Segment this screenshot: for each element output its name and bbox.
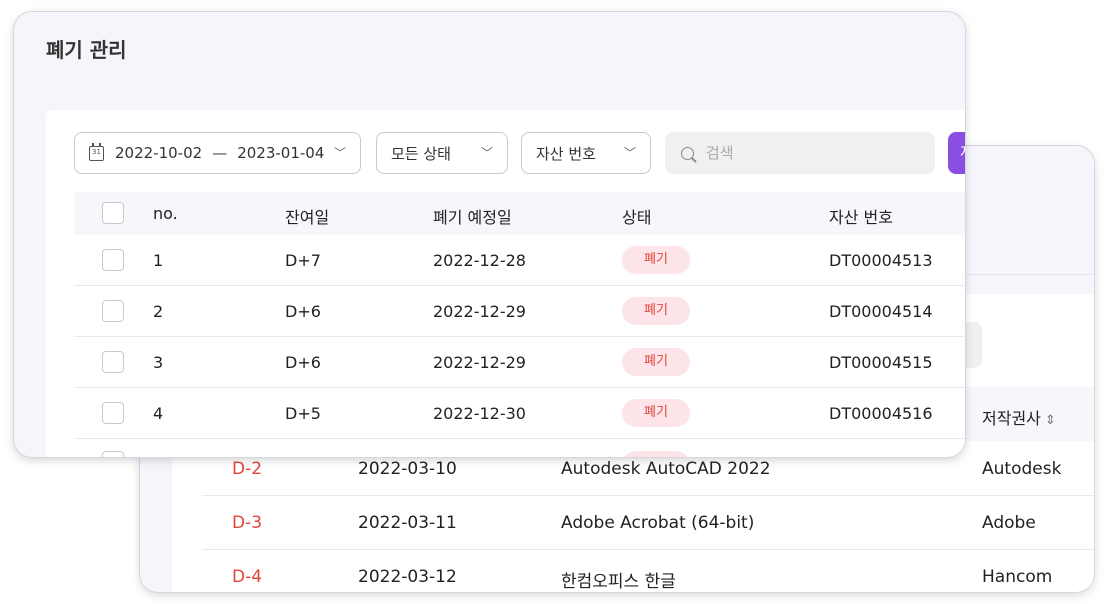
status-badge: 폐기 xyxy=(622,246,690,274)
disposal-management-card: 폐기 관리 31 2022-10-02 — 2023-01-04 ﹀ 모든 상태… xyxy=(14,12,965,457)
table-row[interactable]: 1 D+7 2022-12-28 폐기 DT00004513 xyxy=(74,235,965,286)
column-header-asset-no: 자산 번호 xyxy=(829,208,893,227)
asset-number: DT00004516 xyxy=(829,404,933,423)
status-badge xyxy=(622,451,690,457)
status-badge: 폐기 xyxy=(622,348,690,376)
status-badge: 폐기 xyxy=(622,399,690,427)
table-row[interactable]: D-4 2022-03-12 한컴오피스 한글 Hancom xyxy=(202,550,1094,592)
status-badge: 폐기 xyxy=(622,297,690,325)
row-number: 3 xyxy=(153,353,164,372)
row-number: 4 xyxy=(153,404,164,423)
disposal-date: 2022-12-28 xyxy=(433,251,526,270)
remaining-days: D+5 xyxy=(285,404,321,423)
asset-number: DT00004514 xyxy=(829,302,933,321)
asset-number: DT00004513 xyxy=(829,251,933,270)
license-date: 2022-03-11 xyxy=(358,513,457,533)
license-date: 2022-03-12 xyxy=(358,567,457,587)
license-id[interactable]: D-3 xyxy=(232,513,262,533)
column-header-publisher[interactable]: 저작권사 ⇕ xyxy=(982,405,1056,429)
row-number: 2 xyxy=(153,302,164,321)
license-id[interactable]: D-2 xyxy=(232,459,262,479)
chevron-down-icon: ﹀ xyxy=(333,146,346,160)
table-row[interactable]: 4 D+5 2022-12-30 폐기 DT00004516 xyxy=(74,388,965,439)
software-name: 한컴오피스 한글 xyxy=(561,572,676,592)
asset-number-dropdown[interactable]: 자산 번호 ﹀ xyxy=(521,132,651,174)
sort-icon[interactable]: ⇕ xyxy=(1045,413,1056,428)
status-dropdown[interactable]: 모든 상태 ﹀ xyxy=(376,132,508,174)
search-input[interactable] xyxy=(706,144,906,162)
column-header-remaining: 잔여일 xyxy=(285,208,330,227)
license-id[interactable]: D-4 xyxy=(232,567,262,587)
remaining-days: D+6 xyxy=(285,353,321,372)
row-number: 1 xyxy=(153,251,164,270)
disposal-date: 2022-12-29 xyxy=(433,302,526,321)
publisher-name: Adobe xyxy=(982,513,1036,533)
search-field[interactable] xyxy=(665,132,935,174)
disposal-date: 2022-12-30 xyxy=(433,404,526,423)
asset-dropdown-label: 자산 번호 xyxy=(536,144,596,163)
software-name: Autodesk AutoCAD 2022 xyxy=(561,459,771,479)
status-dropdown-label: 모든 상태 xyxy=(391,144,451,163)
row-checkbox[interactable] xyxy=(102,451,124,457)
date-range-picker[interactable]: 31 2022-10-02 — 2023-01-04 ﹀ xyxy=(74,132,361,174)
row-checkbox[interactable] xyxy=(102,351,124,373)
column-label-publisher: 저작권사 xyxy=(982,409,1041,428)
chevron-down-icon: ﹀ xyxy=(480,146,493,160)
date-range-start: 2022-10-02 xyxy=(115,144,203,162)
action-button[interactable]: 저 xyxy=(948,132,965,174)
row-checkbox[interactable] xyxy=(102,249,124,271)
table-row[interactable]: 2 D+6 2022-12-29 폐기 DT00004514 xyxy=(74,286,965,337)
column-header-disposal-date: 폐기 예정일 xyxy=(433,208,512,227)
row-checkbox[interactable] xyxy=(102,300,124,322)
page-title: 폐기 관리 xyxy=(46,38,127,62)
select-all-checkbox[interactable] xyxy=(102,202,124,224)
column-header-no: no. xyxy=(153,204,178,223)
license-date: 2022-03-10 xyxy=(358,459,457,479)
table-row[interactable]: 3 D+6 2022-12-29 폐기 DT00004515 xyxy=(74,337,965,388)
remaining-days: D+6 xyxy=(285,302,321,321)
calendar-icon: 31 xyxy=(89,142,104,161)
date-range-separator: — xyxy=(212,144,228,162)
software-name: Adobe Acrobat (64-bit) xyxy=(561,513,755,533)
publisher-name: Hancom xyxy=(982,567,1053,587)
publisher-name: Autodesk xyxy=(982,459,1062,479)
date-range-end: 2023-01-04 xyxy=(237,144,325,162)
row-checkbox[interactable] xyxy=(102,402,124,424)
disposal-date: 2022-12-29 xyxy=(433,353,526,372)
table-row-partial[interactable] xyxy=(74,441,965,457)
asset-number: DT00004515 xyxy=(829,353,933,372)
column-header-status: 상태 xyxy=(622,208,652,227)
search-icon xyxy=(681,146,694,160)
remaining-days: D+7 xyxy=(285,251,321,270)
chevron-down-icon: ﹀ xyxy=(623,146,636,160)
table-row[interactable]: D-3 2022-03-11 Adobe Acrobat (64-bit) Ad… xyxy=(202,496,1094,550)
